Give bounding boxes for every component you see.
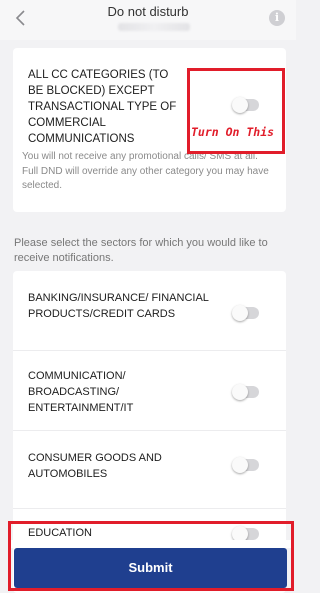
sectors-prompt: Please select the sectors for which you …	[14, 237, 268, 264]
annotation-submit-highlight	[8, 521, 294, 591]
toggle-knob	[232, 305, 248, 321]
annotation-text: Turn On This	[191, 125, 275, 139]
app-header: Do not disturb i	[0, 0, 296, 40]
info-icon[interactable]: i	[269, 10, 285, 26]
redacted-subtitle	[118, 23, 190, 31]
sector-toggle-banking[interactable]	[232, 305, 259, 321]
toggle-knob	[232, 384, 248, 400]
sector-row-consumer-goods: CONSUMER GOODS AND AUTOMOBILES	[13, 431, 286, 509]
sector-label-communication: COMMUNICATION/ BROADCASTING/ ENTERTAINME…	[28, 370, 134, 414]
annotation-highlight-box	[187, 68, 285, 154]
full-dnd-description: You will not receive any promotional cal…	[22, 151, 269, 191]
page-title: Do not disturb	[107, 4, 189, 19]
sector-row-banking: BANKING/INSURANCE/ FINANCIAL PRODUCTS/CR…	[13, 271, 286, 351]
sector-toggle-communication[interactable]	[232, 384, 259, 400]
sector-row-communication: COMMUNICATION/ BROADCASTING/ ENTERTAINME…	[13, 351, 286, 431]
sector-toggle-consumer-goods[interactable]	[232, 457, 259, 473]
full-dnd-label: ALL CC CATEGORIES (TO BE BLOCKED) EXCEPT…	[28, 69, 177, 145]
sector-label-banking: BANKING/INSURANCE/ FINANCIAL PRODUCTS/CR…	[28, 292, 209, 320]
toggle-knob	[232, 457, 248, 473]
sector-label-consumer-goods: CONSUMER GOODS AND AUTOMOBILES	[28, 452, 162, 480]
